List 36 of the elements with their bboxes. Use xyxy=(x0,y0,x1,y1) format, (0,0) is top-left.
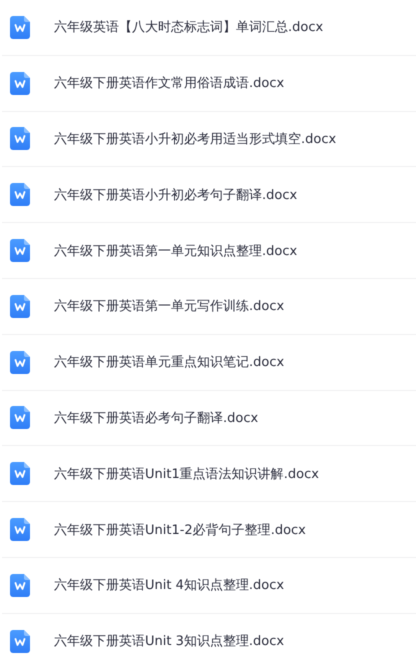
file-row[interactable]: 六年级下册英语第一单元知识点整理.docx xyxy=(2,223,416,279)
document-icon xyxy=(10,518,30,542)
document-icon xyxy=(10,127,30,150)
document-icon xyxy=(10,462,30,486)
document-icon xyxy=(10,630,30,653)
document-icon xyxy=(10,16,30,39)
document-icon xyxy=(10,72,30,95)
document-icon xyxy=(10,239,30,262)
file-row[interactable]: 六年级下册英语Unit 3知识点整理.docx xyxy=(2,614,416,665)
file-name: 六年级下册英语第一单元知识点整理.docx xyxy=(54,242,298,260)
file-name: 六年级下册英语第一单元写作训练.docx xyxy=(54,298,284,316)
file-name: 六年级下册英语Unit 4知识点整理.docx xyxy=(54,577,284,594)
file-name: 六年级下册英语小升初必考句子翻译.docx xyxy=(54,186,298,204)
document-icon xyxy=(10,350,30,374)
file-row[interactable]: 六年级下册英语Unit 4知识点整理.docx xyxy=(2,558,416,614)
file-row[interactable]: 六年级下册英语单元重点知识笔记.docx xyxy=(2,334,416,391)
document-icon xyxy=(10,574,30,597)
file-name: 六年级下册英语小升初必考用适当形式填空.docx xyxy=(54,130,336,148)
file-row[interactable]: 六年级下册英语作文常用俗语成语.docx xyxy=(2,56,416,112)
file-row[interactable]: 六年级下册英语必考句子翻译.docx xyxy=(2,390,416,446)
file-name: 六年级下册英语作文常用俗语成语.docx xyxy=(54,75,284,92)
file-name: 六年级下册英语单元重点知识笔记.docx xyxy=(54,354,284,372)
file-name: 六年级下册英语Unit1重点语法知识讲解.docx xyxy=(54,466,319,483)
file-row[interactable]: 六年级下册英语小升初必考用适当形式填空.docx xyxy=(2,112,416,168)
file-name: 六年级下册英语必考句子翻译.docx xyxy=(54,410,258,427)
file-name: 六年级下册英语Unit 3知识点整理.docx xyxy=(54,633,284,650)
file-row[interactable]: 六年级英语【八大时态标志词】单词汇总.docx xyxy=(2,0,416,56)
document-icon xyxy=(10,183,30,206)
file-name: 六年级英语【八大时态标志词】单词汇总.docx xyxy=(54,19,324,36)
document-icon xyxy=(10,294,30,318)
file-name: 六年级下册英语Unit1-2必背句子整理.docx xyxy=(54,522,306,539)
document-icon xyxy=(10,406,30,430)
file-row[interactable]: 六年级下册英语Unit1重点语法知识讲解.docx xyxy=(2,446,416,502)
file-row[interactable]: 六年级下册英语小升初必考句子翻译.docx xyxy=(2,167,416,224)
file-row[interactable]: 六年级下册英语第一单元写作训练.docx xyxy=(2,278,416,335)
file-row[interactable]: 六年级下册英语Unit1-2必背句子整理.docx xyxy=(2,502,416,558)
